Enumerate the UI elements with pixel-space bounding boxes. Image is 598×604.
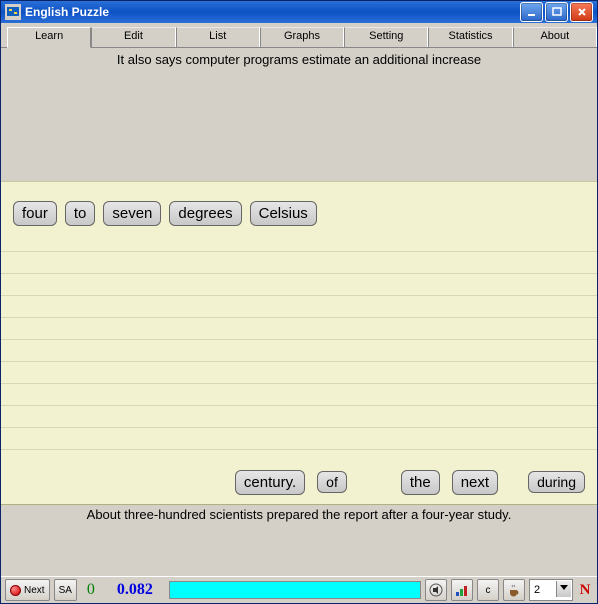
record-dot-icon <box>10 585 21 596</box>
title-text: English Puzzle <box>25 5 520 19</box>
level-value: 2 <box>534 584 540 596</box>
puzzle-drop-zone[interactable] <box>1 230 597 460</box>
word-button[interactable]: seven <box>103 201 161 226</box>
answer-text: About three-hundred scientists prepared … <box>1 505 597 524</box>
chart-button[interactable] <box>451 579 473 601</box>
maximize-button[interactable] <box>545 2 568 22</box>
app-window: English Puzzle Learn Edit List Graphs Se… <box>0 0 598 604</box>
speaker-icon <box>429 583 443 597</box>
next-label: Next <box>24 585 45 596</box>
tab-list[interactable]: List <box>176 27 260 47</box>
title-bar: English Puzzle <box>1 1 597 23</box>
placed-row: four to seven degrees Celsius <box>1 182 597 230</box>
pool-row: century. of the next during <box>1 460 597 504</box>
word-button[interactable]: during <box>528 471 585 493</box>
puzzle-area: four to seven degrees Celsius century. o… <box>1 181 597 505</box>
chevron-down-icon <box>560 585 568 590</box>
sound-button[interactable] <box>425 579 447 601</box>
c-button[interactable]: c <box>477 579 499 601</box>
app-icon <box>5 4 21 20</box>
spacer-bottom <box>1 524 597 576</box>
tab-graphs[interactable]: Graphs <box>260 27 344 47</box>
status-bar: Next SA 0 0.082 c <box>1 576 597 603</box>
c-label: c <box>486 585 491 596</box>
question-text: It also says computer programs estimate … <box>1 48 597 71</box>
answer-input[interactable] <box>169 581 421 599</box>
word-button[interactable]: degrees <box>169 201 241 226</box>
word-button[interactable]: the <box>401 470 440 495</box>
minimize-button[interactable] <box>520 2 543 22</box>
next-button[interactable]: Next <box>5 579 50 601</box>
mode-indicator: N <box>577 582 593 599</box>
tab-learn[interactable]: Learn <box>7 27 91 48</box>
title-controls <box>520 2 593 22</box>
chart-icon <box>455 583 469 597</box>
word-button[interactable]: century. <box>235 470 305 495</box>
coffee-icon <box>507 583 521 597</box>
word-button[interactable]: Celsius <box>250 201 317 226</box>
sa-button[interactable]: SA <box>54 579 77 601</box>
spacer-top <box>1 71 597 181</box>
word-button[interactable]: of <box>317 471 347 493</box>
word-button[interactable]: next <box>452 470 498 495</box>
tab-about[interactable]: About <box>513 27 597 47</box>
sa-label: SA <box>59 585 72 596</box>
word-button[interactable]: four <box>13 201 57 226</box>
client-area: It also says computer programs estimate … <box>1 48 597 603</box>
counter-green: 0 <box>81 581 101 599</box>
level-select[interactable]: 2 <box>529 579 573 601</box>
close-button[interactable] <box>570 2 593 22</box>
tab-bar: Learn Edit List Graphs Setting Statistic… <box>1 23 597 48</box>
tab-edit[interactable]: Edit <box>91 27 175 47</box>
counter-blue: 0.082 <box>105 581 165 599</box>
tab-statistics[interactable]: Statistics <box>428 27 512 47</box>
coffee-button[interactable] <box>503 579 525 601</box>
tab-setting[interactable]: Setting <box>344 27 428 47</box>
word-button[interactable]: to <box>65 201 96 226</box>
